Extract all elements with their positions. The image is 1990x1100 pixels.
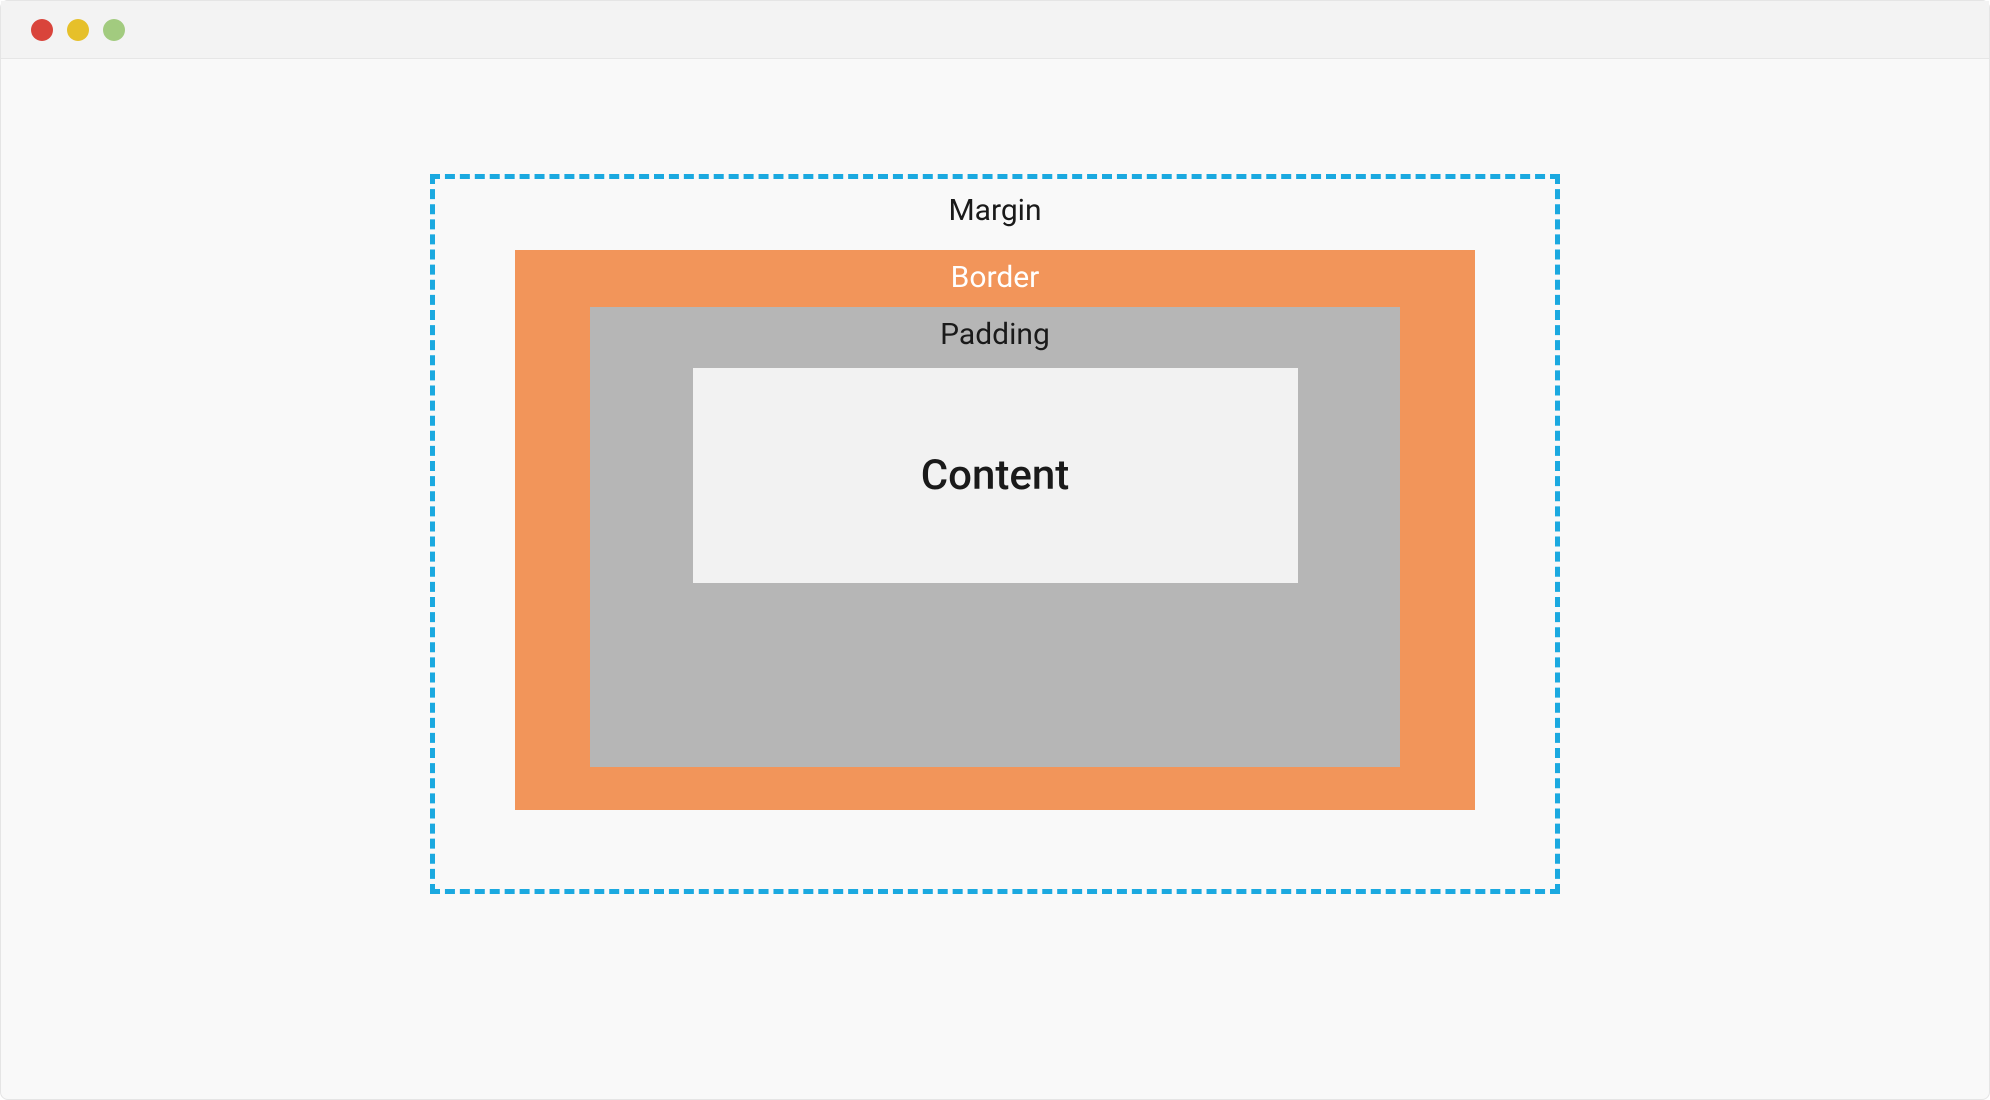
- padding-box: Padding Content: [590, 307, 1400, 767]
- window-frame: Margin Border Padding Content: [0, 0, 1990, 1100]
- margin-label: Margin: [948, 193, 1041, 228]
- border-box: Border Padding Content: [515, 250, 1475, 810]
- content-area: Margin Border Padding Content: [1, 59, 1989, 1099]
- titlebar: [1, 1, 1989, 59]
- padding-label: Padding: [940, 317, 1050, 352]
- box-model-diagram: Margin Border Padding Content: [430, 174, 1560, 894]
- minimize-icon[interactable]: [67, 19, 89, 41]
- content-label: Content: [921, 451, 1069, 500]
- content-box: Content: [693, 368, 1298, 583]
- close-icon[interactable]: [31, 19, 53, 41]
- margin-box: Margin Border Padding Content: [430, 174, 1560, 894]
- border-label: Border: [951, 260, 1040, 295]
- maximize-icon[interactable]: [103, 19, 125, 41]
